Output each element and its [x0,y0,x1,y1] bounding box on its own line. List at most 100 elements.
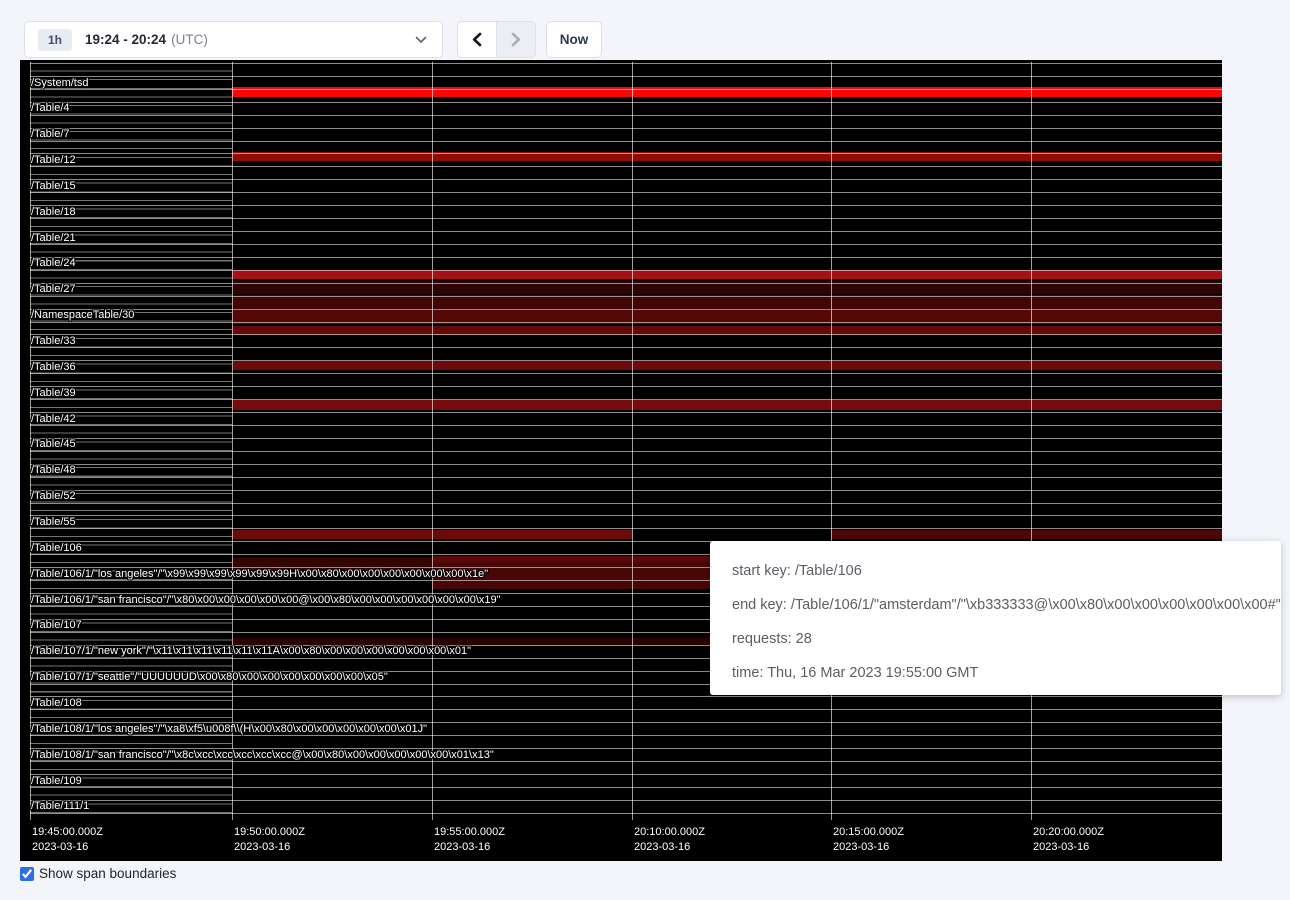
span-boundary-line [30,257,1222,258]
time-nav-button-group [457,21,536,58]
span-boundary-line [30,218,1222,219]
duration-badge: 1h [38,29,72,51]
time-gridline [432,62,433,820]
time-axis-date: 2023-03-16 [634,840,705,855]
tooltip-requests: requests: 28 [732,629,1271,650]
time-axis-label: 19:55:00.000Z2023-03-16 [434,825,505,855]
time-axis-time: 19:50:00.000Z [234,825,305,840]
key-visualizer-canvas[interactable]: /System/tsd/Table/4/Table/7/Table/12/Tab… [20,60,1222,861]
span-boundary-line [30,115,1222,116]
time-axis-label: 20:15:00.000Z2023-03-16 [833,825,904,855]
time-axis-date: 2023-03-16 [833,840,904,855]
time-axis-label: 20:20:00.000Z2023-03-16 [1033,825,1104,855]
show-span-boundaries-checkbox[interactable] [20,867,34,881]
span-boundary-line [30,360,1222,361]
timezone-label: (UTC) [171,32,208,47]
span-label: /Table/15 [31,180,76,193]
heat-cell [232,295,1222,309]
span-label: /Table/27 [31,283,76,296]
heat-cell [232,270,1222,280]
span-boundary-line [30,283,1222,284]
time-axis-time: 19:55:00.000Z [434,825,505,840]
span-boundary-line [30,800,1222,801]
span-label: /Table/48 [31,464,76,477]
span-label: /Table/108/1/"san francisco"/"\x8c\xcc\x… [31,749,494,762]
span-label: /Table/4 [31,102,70,115]
time-gridline [632,62,633,820]
span-boundary-line [30,438,1222,439]
span-boundary-line [30,141,1222,142]
span-boundary-line [30,270,1222,271]
span-label: /Table/106 [31,542,82,555]
time-axis-date: 2023-03-16 [1033,840,1104,855]
span-label: /Table/12 [31,154,76,167]
span-boundary-line [30,205,1222,206]
span-boundary-line [30,102,1222,103]
span-boundary-line [30,425,1222,426]
span-boundary-line [30,296,1222,297]
span-boundary-line [30,179,1222,180]
span-boundary-line [30,166,1222,167]
span-label: /Table/109 [31,775,82,788]
span-label: /Table/107/1/"new york"/"\x11\x11\x11\x1… [31,645,471,658]
span-boundary-line [30,412,1222,413]
span-label: /Table/36 [31,361,76,374]
chevron-left-icon [471,32,483,47]
hover-tooltip: start key: /Table/106 end key: /Table/10… [710,541,1281,695]
heat-cell [232,361,1222,370]
span-label: /Table/107 [31,619,82,632]
span-boundary-line [30,477,1222,478]
heat-cell [232,400,1222,410]
span-boundary-line [30,373,1222,374]
span-label: /Table/108/1/"los angeles"/"\xa8\xf5\u00… [31,723,427,736]
span-label: /Table/52 [31,490,76,503]
span-label: /Table/106/1/"los angeles"/"\x99\x99\x99… [31,568,488,581]
time-axis-time: 19:45:00.000Z [32,825,103,840]
span-label: /Table/7 [31,128,70,141]
footer: Show span boundaries [20,866,176,881]
span-label: /Table/111/1 [31,800,89,813]
span-boundary-line [30,451,1222,452]
span-label: /System/tsd [31,77,88,90]
span-boundary-line [30,231,1222,232]
span-boundary-line [30,696,1222,697]
tooltip-time: time: Thu, 16 Mar 2023 19:55:00 GMT [732,663,1271,684]
chevron-down-icon [415,36,427,44]
span-boundary-line [30,528,1222,529]
span-label: /Table/18 [31,206,76,219]
time-range-selector[interactable]: 1h 19:24 - 20:24 (UTC) [24,21,443,58]
heat-cell [831,530,1222,539]
time-axis-label: 20:10:00.000Z2023-03-16 [634,825,705,855]
span-boundary-line [30,813,1222,814]
next-range-button[interactable] [496,21,536,58]
span-boundary-line [30,503,1222,504]
time-axis-time: 20:10:00.000Z [634,825,705,840]
span-boundary-line [30,787,1222,788]
span-boundary-line [30,63,1222,64]
time-axis-time: 20:15:00.000Z [833,825,904,840]
span-label: /Table/42 [31,413,76,426]
span-label: /Table/21 [31,232,76,245]
previous-range-button[interactable] [457,21,497,58]
span-boundary-line [30,709,1222,710]
span-boundary-line [30,89,1222,90]
span-boundary-line [30,244,1222,245]
span-label: /Table/106/1/"san francisco"/"\x80\x00\x… [31,594,501,607]
span-boundary-line [30,490,1222,491]
span-boundary-line [30,399,1222,400]
time-gridline [831,62,832,820]
time-range-label: 19:24 - 20:24 [85,32,166,47]
chevron-right-icon [510,32,522,47]
span-label: /NamespaceTable/30 [31,309,134,322]
span-label: /Table/24 [31,257,76,270]
span-label: /Table/33 [31,335,76,348]
span-boundary-line [30,322,1222,323]
span-label: /Table/108 [31,697,82,710]
span-boundary-line [30,192,1222,193]
span-label: /Table/45 [31,438,76,451]
span-boundary-line [30,464,1222,465]
now-button[interactable]: Now [546,21,602,58]
tooltip-end-key: end key: /Table/106/1/"amsterdam"/"\xb33… [732,595,1271,616]
span-label: /Table/39 [31,387,76,400]
tooltip-start-key: start key: /Table/106 [732,561,1271,582]
